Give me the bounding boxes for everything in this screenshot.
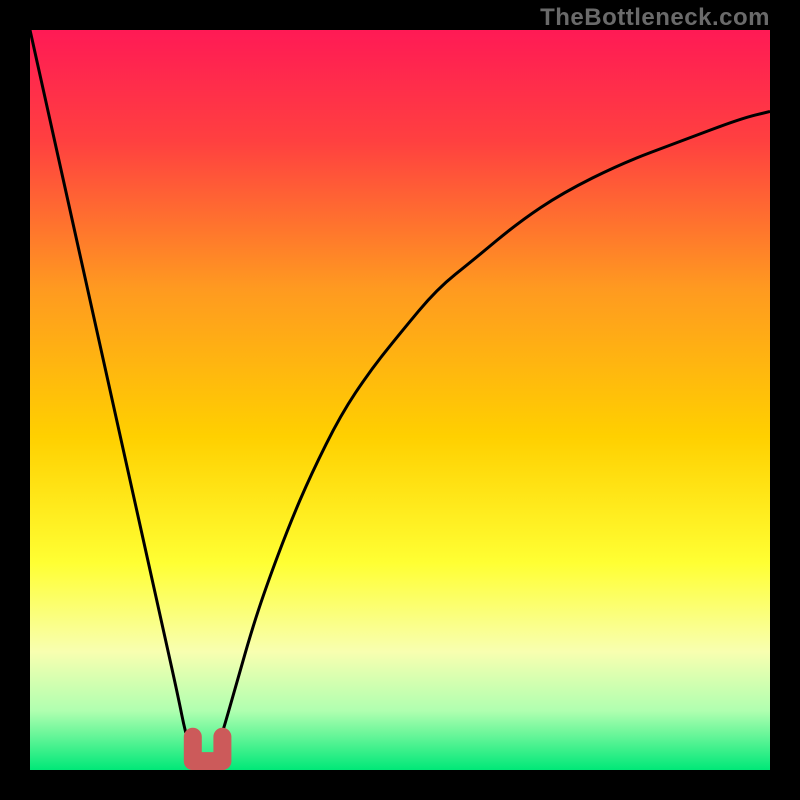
watermark-text: TheBottleneck.com bbox=[540, 4, 770, 32]
plot-area bbox=[30, 30, 770, 770]
chart-frame: TheBottleneck.com bbox=[0, 0, 800, 800]
gradient-background bbox=[30, 30, 770, 770]
bottleneck-chart bbox=[30, 30, 770, 770]
